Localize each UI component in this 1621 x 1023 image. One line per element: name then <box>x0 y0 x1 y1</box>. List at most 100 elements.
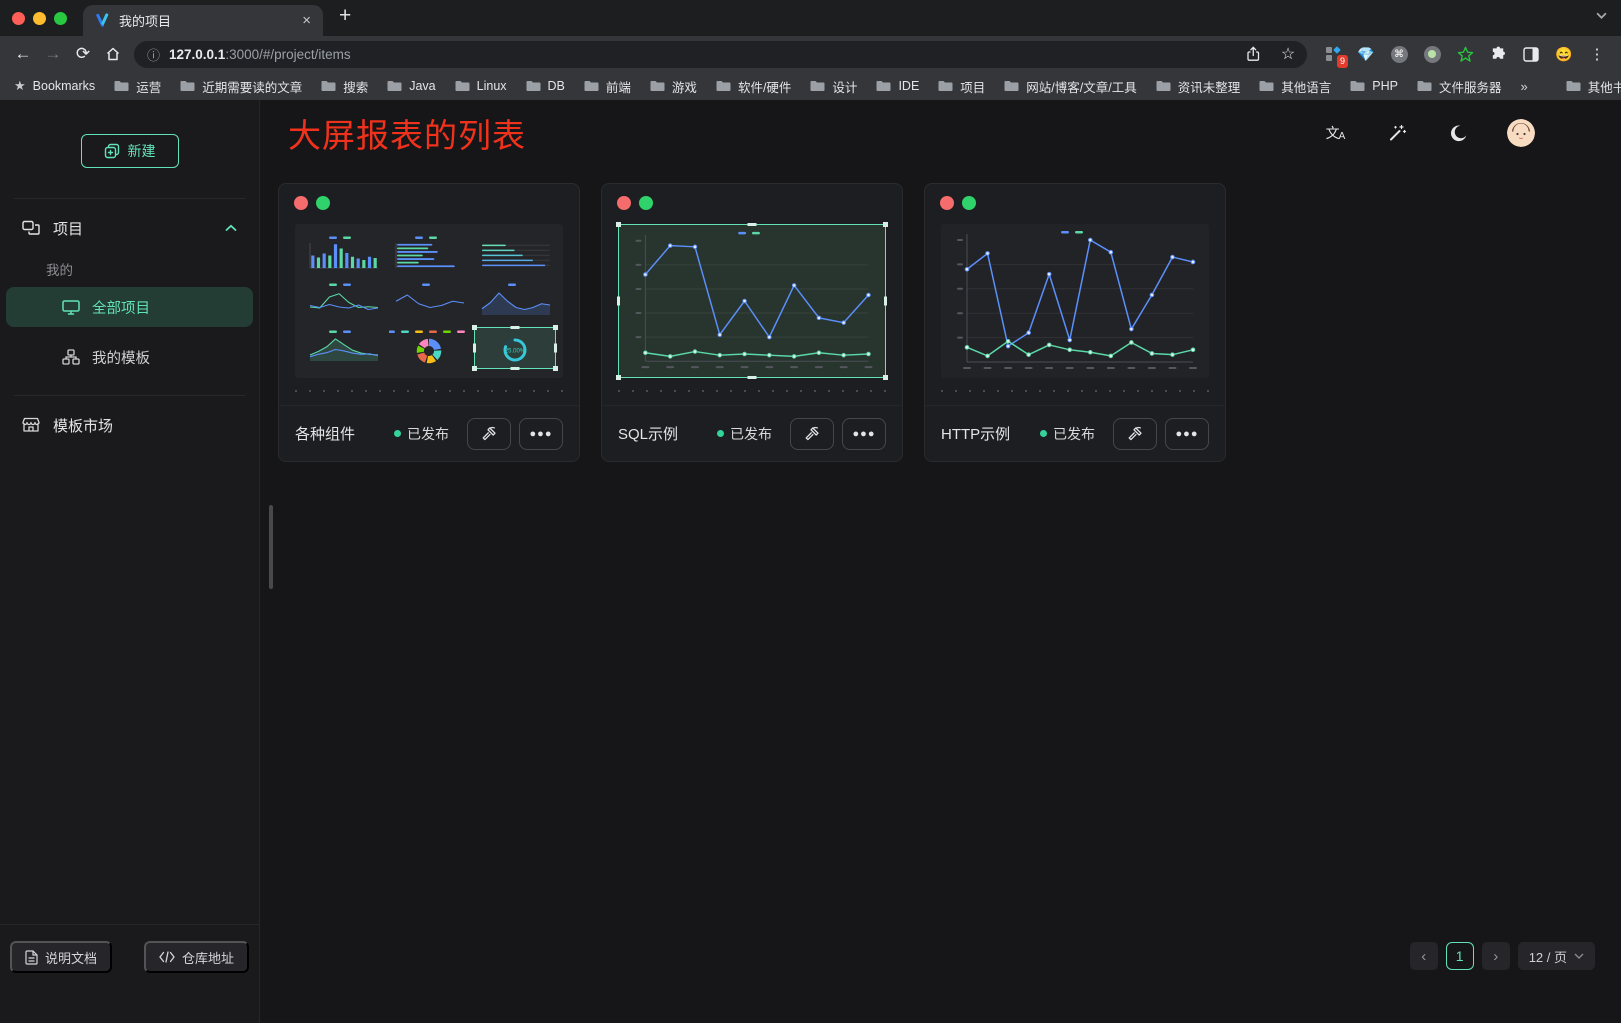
browser-menu-icon[interactable]: ⋮ <box>1587 44 1607 64</box>
home-button[interactable] <box>98 40 128 68</box>
star-extension-icon[interactable] <box>1455 44 1475 64</box>
grid-extension-icon[interactable]: 9 <box>1323 44 1343 64</box>
bookmark-folder[interactable]: 游戏 <box>650 77 697 96</box>
prev-page-button[interactable]: ‹ <box>1410 942 1438 970</box>
status-dot <box>394 430 401 437</box>
address-bar[interactable]: ⓘ 127.0.0.1:3000/#/project/items ☆ <box>134 41 1307 68</box>
bookmark-folder[interactable]: 资讯未整理 <box>1156 77 1241 96</box>
project-card[interactable]: SQL示例 已发布 ●●● <box>601 183 903 462</box>
record-extension-icon[interactable] <box>1422 44 1442 64</box>
bookmark-folder[interactable]: DB <box>526 79 565 93</box>
bookmark-folder-label: 前端 <box>606 77 631 96</box>
resize-handle[interactable] <box>511 326 520 329</box>
hammer-icon <box>1127 426 1143 442</box>
more-options-button[interactable]: ●●● <box>519 418 563 450</box>
side-panel-icon[interactable] <box>1521 44 1541 64</box>
resize-handle[interactable] <box>883 222 888 227</box>
bookmark-folder[interactable]: 设计 <box>810 77 857 96</box>
bookmark-folder[interactable]: 近期需要读的文章 <box>180 77 302 96</box>
bookmark-folder[interactable]: IDE <box>876 79 919 93</box>
bookmark-folder[interactable]: 运营 <box>114 77 161 96</box>
dark-mode-moon-icon[interactable] <box>1446 121 1470 145</box>
mini-line-chart <box>389 281 469 322</box>
site-info-icon[interactable]: ⓘ <box>147 45 160 64</box>
resize-handle[interactable] <box>616 222 621 227</box>
resize-handle[interactable] <box>884 297 887 306</box>
scrollbar-thumb[interactable] <box>269 505 273 589</box>
current-page-button[interactable]: 1 <box>1446 942 1474 970</box>
resize-handle[interactable] <box>748 223 757 226</box>
project-preview[interactable] <box>618 224 886 378</box>
edit-hammer-button[interactable] <box>790 418 834 450</box>
bookmark-folder[interactable]: 软件/硬件 <box>716 77 791 96</box>
user-avatar[interactable] <box>1507 119 1535 147</box>
resize-handle[interactable] <box>554 344 557 353</box>
back-button[interactable]: ← <box>8 40 38 68</box>
puzzle-extensions-icon[interactable] <box>1488 44 1508 64</box>
resize-handle[interactable] <box>616 375 621 380</box>
line-chart-preview <box>941 224 1209 378</box>
other-bookmarks[interactable]: 其他书签 <box>1566 77 1621 96</box>
gem-extension-icon[interactable]: 💎 <box>1356 44 1376 64</box>
sidebar-item-template-market[interactable]: 模板市场 <box>0 402 259 448</box>
forward-button[interactable]: → <box>38 40 68 68</box>
bookmark-folder[interactable]: 搜索 <box>321 77 368 96</box>
edit-hammer-button[interactable] <box>1113 418 1157 450</box>
more-options-button[interactable]: ●●● <box>1165 418 1209 450</box>
tab-favicon <box>95 13 110 28</box>
bookmark-star-icon[interactable]: ☆ <box>1275 41 1301 67</box>
new-tab-button[interactable]: + <box>339 4 351 28</box>
zoom-window-button[interactable] <box>54 12 67 25</box>
tab-search-icon[interactable] <box>1596 12 1607 19</box>
sidebar-item-all-projects[interactable]: 全部项目 <box>6 287 253 327</box>
resize-handle[interactable] <box>748 376 757 379</box>
bookmark-folder[interactable]: 项目 <box>938 77 985 96</box>
project-preview[interactable] <box>941 224 1209 378</box>
chevron-up-icon[interactable] <box>225 224 237 232</box>
project-card[interactable]: 25.00% 各种组件 已发布 ● <box>278 183 580 462</box>
bookmarks-overflow-chevron[interactable]: » <box>1520 79 1527 94</box>
bookmark-folder[interactable]: Java <box>387 79 435 93</box>
bookmark-folder[interactable]: 其他语言 <box>1259 77 1331 96</box>
new-project-button[interactable]: 新建 <box>81 134 179 168</box>
reload-button[interactable]: ⟳ <box>68 40 98 68</box>
bookmark-folder[interactable]: PHP <box>1350 79 1398 93</box>
bookmark-folder[interactable]: 网站/博客/文章/工具 <box>1004 77 1136 96</box>
command-extension-icon[interactable]: ⌘ <box>1389 44 1409 64</box>
magic-wand-icon[interactable] <box>1385 121 1409 145</box>
bookmark-folder[interactable]: 前端 <box>584 77 631 96</box>
resize-handle[interactable] <box>553 366 558 371</box>
sidebar-item-my-templates[interactable]: 我的模板 <box>6 337 253 377</box>
next-page-button[interactable]: › <box>1482 942 1510 970</box>
resize-handle[interactable] <box>511 367 520 370</box>
resize-handle[interactable] <box>472 366 477 371</box>
sidebar-divider <box>14 198 245 199</box>
close-window-button[interactable] <box>12 12 25 25</box>
emoji-extension-icon[interactable]: 😄 <box>1554 44 1574 64</box>
minimize-window-button[interactable] <box>33 12 46 25</box>
repo-button[interactable]: 仓库地址 <box>144 941 249 973</box>
extension-badge: 9 <box>1337 55 1348 68</box>
resize-handle[interactable] <box>473 344 476 353</box>
tab-close-icon[interactable]: × <box>302 13 311 28</box>
more-options-button[interactable]: ●●● <box>842 418 886 450</box>
project-preview[interactable]: 25.00% <box>295 224 563 378</box>
bookmarks-root[interactable]: ★ Bookmarks <box>14 78 95 94</box>
resize-handle[interactable] <box>883 375 888 380</box>
bookmark-folder-label: Linux <box>477 79 507 93</box>
page-size-select[interactable]: 12 / 页 <box>1518 942 1595 970</box>
bookmark-folder[interactable]: 文件服务器 <box>1417 77 1502 96</box>
sidebar-section-projects[interactable]: 项目 <box>0 205 259 251</box>
share-icon[interactable] <box>1240 41 1266 67</box>
mini-gauge-chart: 25.00% <box>475 328 555 368</box>
resize-handle[interactable] <box>617 297 620 306</box>
resize-handle[interactable] <box>472 325 477 330</box>
browser-tab[interactable]: 我的项目 × <box>83 5 323 36</box>
language-icon[interactable]: 文A <box>1324 121 1348 145</box>
resize-handle[interactable] <box>553 325 558 330</box>
docs-button[interactable]: 说明文档 <box>10 941 112 973</box>
edit-hammer-button[interactable] <box>467 418 511 450</box>
bookmark-folder[interactable]: Linux <box>455 79 507 93</box>
project-card[interactable]: HTTP示例 已发布 ●●● <box>924 183 1226 462</box>
url-text: 127.0.0.1:3000/#/project/items <box>169 47 1231 62</box>
